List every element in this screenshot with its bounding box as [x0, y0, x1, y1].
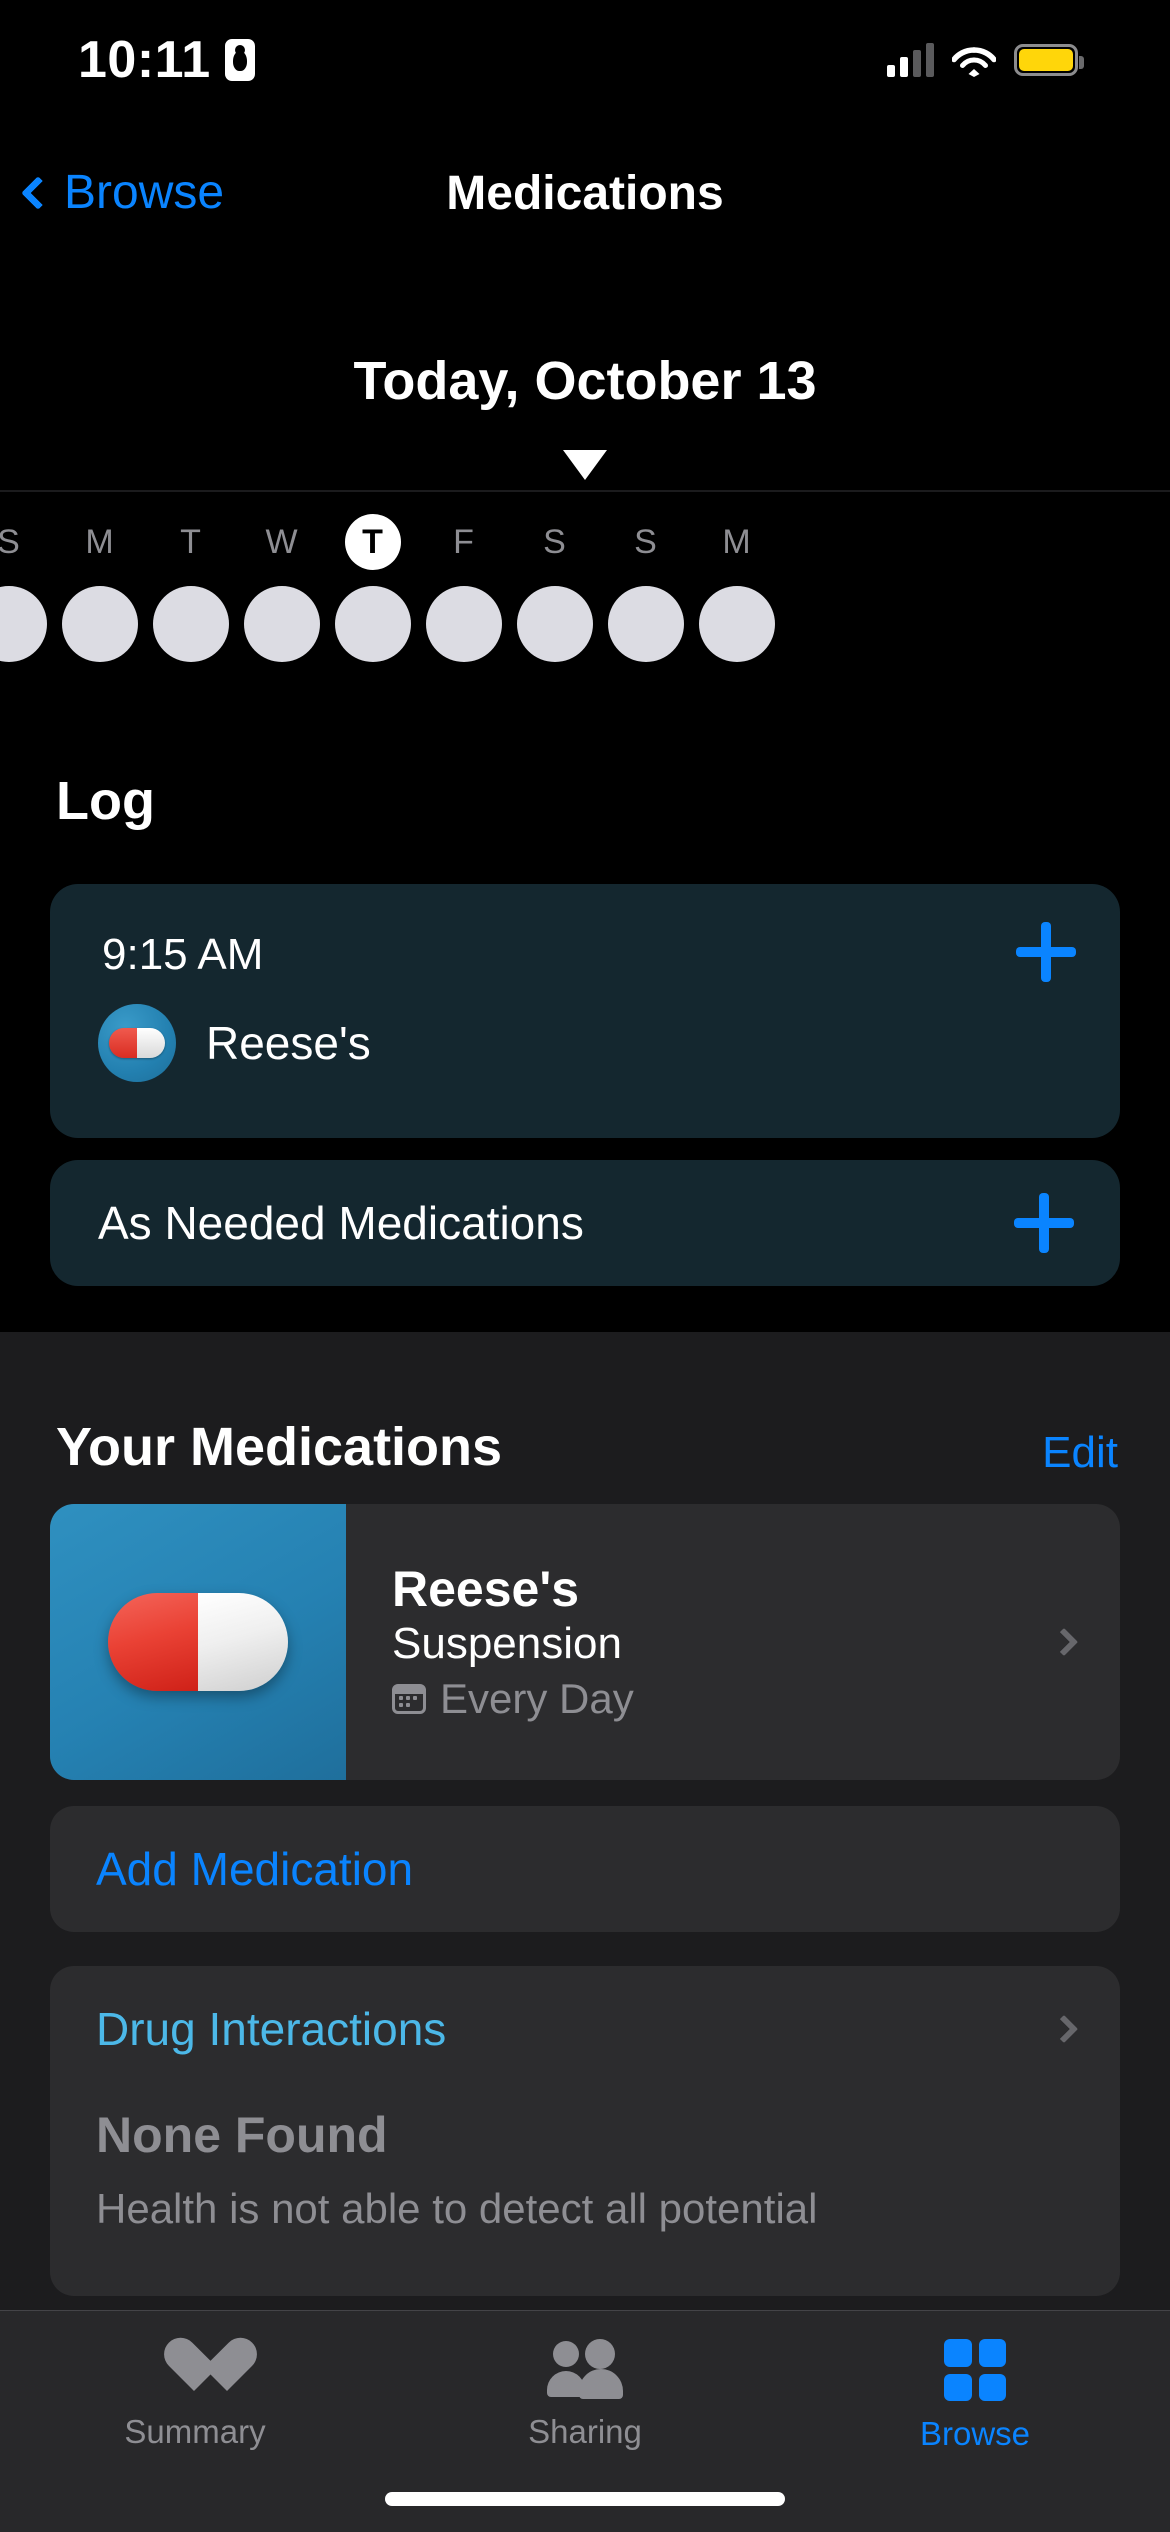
capsule-icon — [108, 1593, 288, 1691]
add-medication-button[interactable]: Add Medication — [50, 1806, 1120, 1932]
status-bar-left: 10:11 — [78, 34, 255, 86]
plus-icon — [1016, 922, 1076, 982]
day-strip-letter: T — [180, 522, 201, 561]
medication-schedule: Every Day — [392, 1675, 1054, 1723]
log-entry-card[interactable]: 9:15 AM Reese's — [50, 884, 1120, 1138]
drug-interactions-card[interactable]: Drug Interactions None Found Health is n… — [50, 1966, 1120, 2296]
tab-browse-label: Browse — [919, 2415, 1031, 2452]
add-medication-label: Add Medication — [96, 1843, 414, 1895]
selected-day-pointer-icon — [563, 450, 607, 480]
day-strip-dose-circle[interactable] — [61, 586, 138, 662]
page-title: Medications — [446, 166, 724, 220]
medication-form: Suspension — [392, 1619, 622, 1669]
wifi-icon — [951, 43, 997, 77]
grid-icon — [944, 2339, 1006, 2401]
tab-bar: Summary Sharing Browse — [0, 2310, 1170, 2532]
day-strip-dose-circle[interactable] — [334, 586, 411, 662]
battery-icon — [1014, 44, 1084, 76]
day-strip-dose-circle[interactable] — [152, 586, 229, 662]
day-strip-dose-circle[interactable] — [698, 586, 775, 662]
edit-button[interactable]: Edit — [1042, 1428, 1118, 1478]
day-strip-letter: S — [0, 522, 20, 561]
day-strip[interactable]: SMTWTFSSM — [0, 490, 1170, 690]
day-strip-item[interactable]: M — [691, 492, 782, 662]
tab-summary-label: Summary — [124, 2413, 266, 2450]
status-bar-right — [887, 43, 1084, 77]
day-strip-item[interactable]: W — [236, 492, 327, 662]
medication-pill-icon — [98, 1004, 176, 1082]
your-medications-title: Your Medications — [56, 1417, 503, 1477]
log-entry-time: 9:15 AM — [102, 930, 264, 979]
log-entry-medication: Reese's — [98, 1004, 371, 1082]
as-needed-medications-label: As Needed Medications — [98, 1197, 584, 1249]
drug-interactions-header: Drug Interactions — [96, 1966, 1079, 2092]
medication-info: Reese's Suspension Every Day — [346, 1561, 1054, 1723]
day-strip-letter: T — [344, 514, 401, 570]
day-strip-dose-circle[interactable] — [0, 586, 47, 662]
day-strip-item[interactable]: F — [418, 492, 509, 662]
home-indicator — [385, 2492, 785, 2506]
day-strip-letter: S — [634, 522, 657, 561]
log-entry-medication-name: Reese's — [206, 1017, 371, 1069]
day-strip-item[interactable]: T — [145, 492, 236, 662]
log-entry-add-button[interactable] — [1016, 922, 1076, 982]
heart-icon — [163, 2339, 227, 2399]
screen-recording-icon — [224, 39, 255, 81]
day-strip-letter: M — [722, 522, 751, 561]
chevron-right-icon — [1049, 2014, 1079, 2044]
day-strip-dose-circle[interactable] — [243, 586, 320, 662]
date-header: Today, October 13 — [353, 351, 817, 411]
drug-interactions-title: Drug Interactions — [96, 2003, 447, 2055]
medication-schedule-label: Every Day — [440, 1674, 634, 1722]
log-section-title: Log — [56, 771, 155, 831]
calendar-icon — [392, 1683, 426, 1714]
day-strip-item[interactable]: M — [54, 492, 145, 662]
medications-screen: 10:11 Browse Medications Today, October … — [0, 0, 1170, 2532]
as-needed-medications-row[interactable]: As Needed Medications — [50, 1160, 1120, 1286]
day-strip-letter: W — [265, 522, 298, 561]
day-strip-dose-circle[interactable] — [607, 586, 684, 662]
medication-name: Reese's — [392, 1561, 580, 1618]
tab-browse[interactable]: Browse — [780, 2339, 1170, 2453]
navigation-bar: Browse Medications — [0, 148, 1170, 238]
day-strip-item[interactable]: S — [600, 492, 691, 662]
cellular-signal-icon — [887, 43, 934, 77]
drug-interactions-status: None Found — [96, 2107, 388, 2163]
medication-thumbnail — [50, 1504, 346, 1780]
medication-list-item[interactable]: Reese's Suspension Every Day — [50, 1504, 1120, 1780]
day-strip-letter: S — [543, 522, 566, 561]
tab-sharing[interactable]: Sharing — [390, 2339, 780, 2451]
day-strip-item[interactable]: S — [0, 492, 54, 662]
day-strip-item[interactable]: T — [327, 492, 418, 662]
tab-summary[interactable]: Summary — [0, 2339, 390, 2451]
chevron-right-icon — [1049, 1627, 1079, 1657]
status-bar: 10:11 — [0, 0, 1170, 120]
day-strip-dose-circle[interactable] — [425, 586, 502, 662]
day-strip-letter: M — [85, 522, 114, 561]
status-bar-time: 10:11 — [78, 31, 211, 89]
as-needed-add-button[interactable] — [1014, 1193, 1074, 1253]
day-strip-letter: F — [453, 522, 474, 561]
day-strip-dose-circle[interactable] — [516, 586, 593, 662]
people-icon — [547, 2339, 623, 2399]
day-strip-item[interactable]: S — [509, 492, 600, 662]
drug-interactions-description: Health is not able to detect all potenti… — [96, 2185, 818, 2232]
tab-sharing-label: Sharing — [528, 2413, 642, 2450]
plus-icon — [1014, 1193, 1074, 1253]
